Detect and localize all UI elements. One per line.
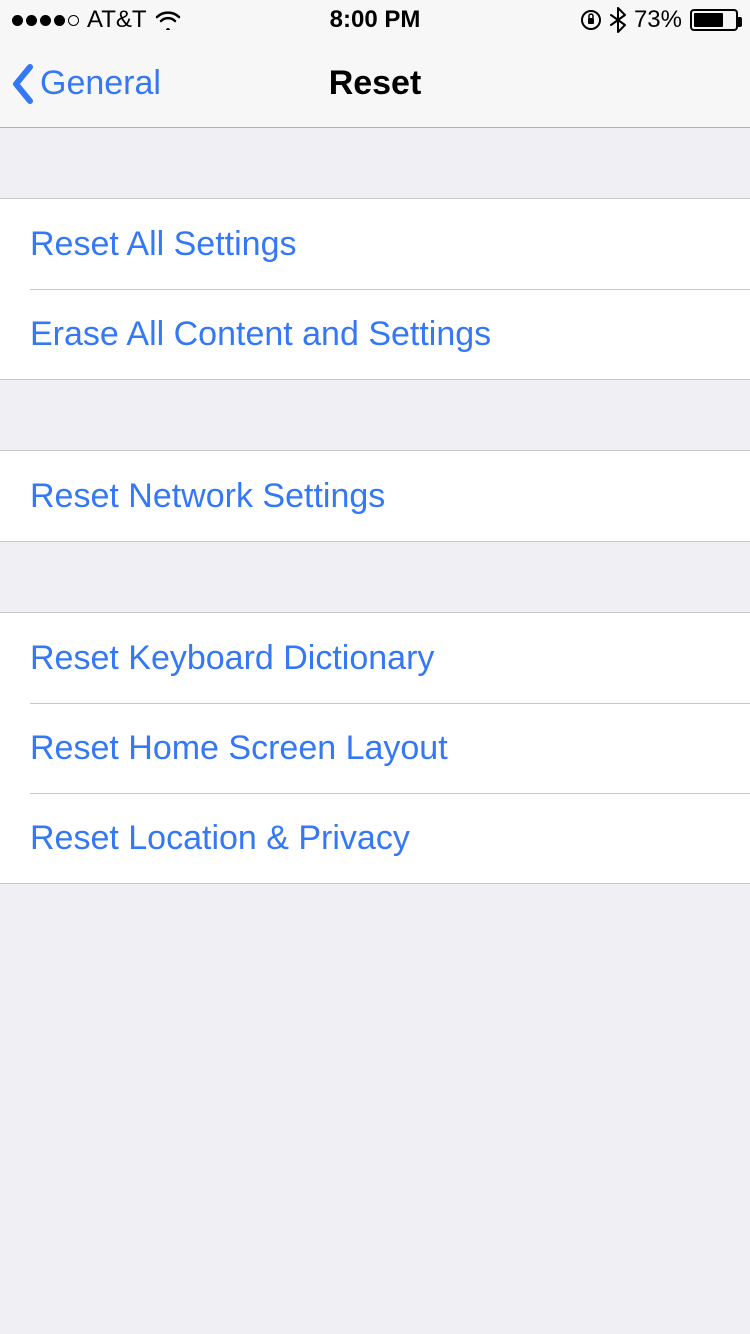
orientation-lock-icon [580, 9, 602, 31]
status-bar: AT&T 8:00 PM 73% [0, 0, 750, 40]
reset-keyboard-dictionary[interactable]: Reset Keyboard Dictionary [0, 613, 750, 703]
erase-all-content[interactable]: Erase All Content and Settings [0, 289, 750, 379]
chevron-left-icon [10, 63, 36, 105]
bluetooth-icon [610, 7, 626, 33]
group-3: Reset Keyboard Dictionary Reset Home Scr… [0, 612, 750, 884]
status-right: 73% [580, 6, 738, 34]
content: Reset All Settings Erase All Content and… [0, 128, 750, 884]
group-1: Reset All Settings Erase All Content and… [0, 198, 750, 380]
wifi-icon [155, 10, 181, 30]
back-button[interactable]: General [0, 63, 161, 105]
cell-label: Reset All Settings [30, 225, 296, 264]
back-label: General [40, 64, 161, 103]
group-spacer [0, 542, 750, 612]
battery-icon [690, 9, 738, 31]
status-left: AT&T [12, 6, 181, 34]
battery-fill [694, 13, 723, 27]
reset-location-privacy[interactable]: Reset Location & Privacy [0, 793, 750, 883]
reset-home-screen-layout[interactable]: Reset Home Screen Layout [0, 703, 750, 793]
cell-signal-icon [12, 15, 79, 26]
nav-bar: General Reset [0, 40, 750, 128]
battery-percent: 73% [634, 6, 682, 34]
cell-label: Reset Network Settings [30, 477, 385, 516]
group-2: Reset Network Settings [0, 450, 750, 542]
reset-network-settings[interactable]: Reset Network Settings [0, 451, 750, 541]
group-spacer [0, 128, 750, 198]
carrier-label: AT&T [87, 6, 147, 34]
group-spacer [0, 380, 750, 450]
cell-label: Reset Keyboard Dictionary [30, 639, 434, 678]
cell-label: Erase All Content and Settings [30, 315, 491, 354]
cell-label: Reset Location & Privacy [30, 819, 410, 858]
reset-all-settings[interactable]: Reset All Settings [0, 199, 750, 289]
cell-label: Reset Home Screen Layout [30, 729, 448, 768]
